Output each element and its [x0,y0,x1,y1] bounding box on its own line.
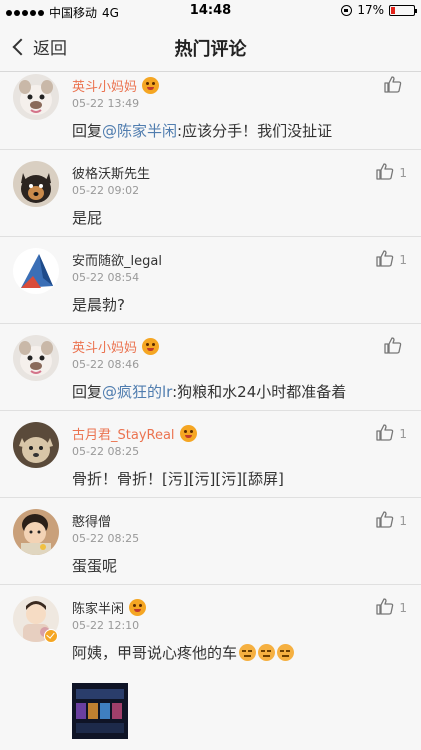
comment-time: 05-22 12:10 [72,619,140,632]
comment-username[interactable]: 彼格沃斯先生 [72,163,150,182]
comment-item: 古月君_StayReal 05-22 08:25 骨折！骨折！[污][污][污]… [0,411,421,498]
comment-item: 安而随欲_legal 05-22 08:54 是晨勃? 1 [0,237,421,324]
battery-level-fill [391,6,395,14]
status-right: 17% [341,3,417,17]
comment-username[interactable]: 陈家半闲 [72,598,147,617]
page-title: 热门评论 [174,39,247,60]
navigation-bar: 返回 热门评论 [0,22,421,72]
thumbs-up-icon [384,337,402,354]
comment-time: 05-22 13:49 [72,97,140,110]
comment-body: 阿姨，甲哥说心疼他的车 [72,644,238,662]
like-button[interactable] [384,76,407,93]
comment-item: 英斗小妈妈 05-22 08:46 回复@疯狂的lr:狗粮和水24小时都准备着 [0,324,421,411]
reply-prefix: 回复 [72,122,103,140]
reply-body: :应该分手！我们没扯证 [177,122,333,140]
mention-link[interactable]: @疯狂的lr [102,383,172,401]
avatar[interactable] [13,74,59,120]
comment-item: 彼格沃斯先生 05-22 09:02 是屁 1 [0,150,421,237]
battery-icon [389,4,417,16]
thumbs-up-icon [376,598,394,615]
like-button[interactable]: 1 [376,598,407,615]
comment-text: 是晨勃? [72,296,125,314]
comment-time: 05-22 08:25 [72,445,140,458]
like-button[interactable]: 1 [376,163,407,180]
like-button[interactable]: 1 [376,424,407,441]
avatar[interactable] [13,509,59,555]
thumbs-up-icon [376,163,394,180]
like-count: 1 [399,166,407,180]
comment-username[interactable]: 憨得僧 [72,511,111,530]
like-count: 1 [399,253,407,267]
thumbs-up-icon [376,424,394,441]
avatar[interactable] [13,161,59,207]
member-badge-icon [142,338,160,355]
like-button[interactable]: 1 [376,511,407,528]
comment-username[interactable]: 古月君_StayReal [72,424,197,443]
like-count: 1 [399,514,407,528]
member-badge-icon [129,599,147,616]
like-button[interactable]: 1 [376,250,407,267]
comment-text: 蛋蛋呢 [72,557,118,575]
reply-body: :狗粮和水24小时都准备着 [172,383,347,401]
thumbs-up-icon [384,76,402,93]
verified-badge-icon [44,629,58,643]
rotation-lock-icon [341,4,353,16]
sad-face-icon [239,644,257,661]
username-text: 古月君_StayReal [72,428,175,443]
attached-image[interactable] [72,683,128,739]
battery-percent: 17% [357,3,384,17]
like-count: 1 [399,601,407,615]
comment-text: 骨折！骨折！[污][污][污][舔屏] [72,470,284,488]
sad-face-icon [258,644,276,661]
reply-prefix: 回复 [72,383,103,401]
avatar[interactable] [13,335,59,381]
thumbs-up-icon [376,511,394,528]
status-bar: 中国移动 4G 14:48 17% [0,0,421,22]
comment-item: 陈家半闲 05-22 12:10 阿姨，甲哥说心疼他的车 1 [0,585,421,750]
comment-text: 是屁 [72,209,103,227]
mention-link[interactable]: @陈家半闲 [102,122,177,140]
comment-username[interactable]: 英斗小妈妈 [72,76,160,95]
comment-time: 05-22 08:25 [72,532,140,545]
comment-username[interactable]: 安而随欲_legal [72,250,162,269]
sad-face-icon [277,644,295,661]
username-text: 英斗小妈妈 [72,80,138,95]
like-button[interactable] [384,337,407,354]
comment-time: 05-22 08:46 [72,358,140,371]
avatar[interactable] [13,248,59,294]
comment-time: 05-22 08:54 [72,271,140,284]
comment-username[interactable]: 英斗小妈妈 [72,337,160,356]
avatar[interactable] [13,422,59,468]
comment-item: 英斗小妈妈 05-22 13:49 回复@陈家半闲:应该分手！我们没扯证 [0,72,421,150]
member-badge-icon [179,425,197,442]
username-text: 憨得僧 [72,515,112,530]
comment-text: 回复@疯狂的lr:狗粮和水24小时都准备着 [72,381,346,402]
comment-item: 憨得僧 05-22 08:25 蛋蛋呢 1 [0,498,421,585]
username-text: 安而随欲_legal [72,254,162,269]
username-text: 彼格沃斯先生 [72,167,151,182]
username-text: 英斗小妈妈 [72,341,138,356]
thumbs-up-icon [376,250,394,267]
comment-time: 05-22 09:02 [72,184,140,197]
member-badge-icon [142,77,160,94]
comment-text: 回复@陈家半闲:应该分手！我们没扯证 [72,120,332,141]
username-text: 陈家半闲 [72,602,125,617]
like-count: 1 [399,427,407,441]
comment-text: 阿姨，甲哥说心疼他的车 [72,642,295,663]
